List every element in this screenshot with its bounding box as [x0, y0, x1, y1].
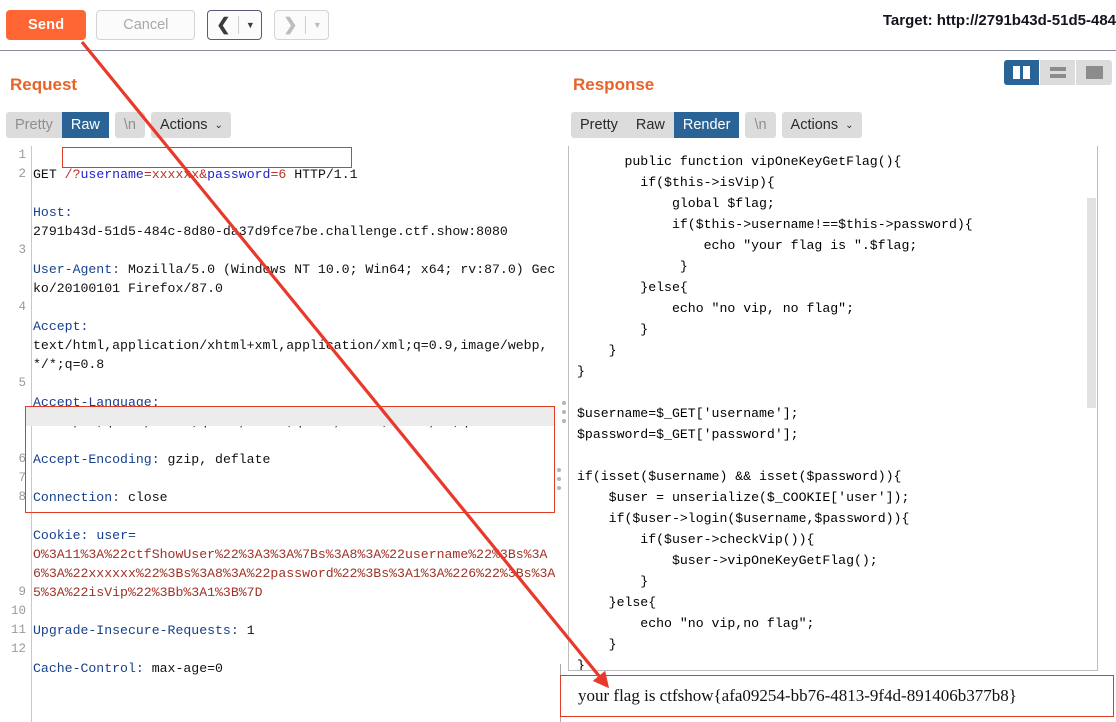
split-vertical-view-icon[interactable]: [1004, 60, 1040, 85]
request-header-cookie: Cookie: user= O%3A11%3A%22ctfShowUser%22%…: [33, 526, 556, 602]
request-actions-label: Actions: [159, 117, 208, 133]
request-header-upgrade-insecure-requests: Upgrade-Insecure-Requests: 1: [33, 621, 556, 640]
line-number: 8: [18, 490, 26, 504]
splitter-grip-icon[interactable]: [557, 468, 561, 495]
response-php-source: public function vipOneKeyGetFlag(){ if($…: [577, 154, 973, 671]
request-raw-text[interactable]: GET /?username=xxxxxx&password=6 HTTP/1.…: [33, 146, 556, 716]
target-label: Target: http://2791b43d-51d5-484: [882, 12, 1116, 29]
flag-output-highlight: your flag is ctfshow{afa09254-bb76-4813-…: [560, 675, 1114, 717]
header-value: max-age=0: [151, 661, 223, 676]
request-panel-title: Request: [10, 75, 78, 94]
param-username-value: xxxxxx: [151, 167, 200, 182]
header-value: 1: [246, 623, 255, 638]
header-value: close: [127, 490, 168, 505]
line-number: 12: [10, 642, 26, 656]
tab-request-newline[interactable]: \n: [114, 112, 145, 138]
cookie-key: user=: [96, 528, 136, 543]
request-editor[interactable]: 1 2 3 4 5 6 7 8 9 10 11 12 GET /?usernam…: [0, 146, 556, 722]
tab-request-pretty[interactable]: Pretty: [6, 112, 62, 138]
history-back-group[interactable]: ❮ ▼: [207, 10, 263, 40]
response-editor[interactable]: public function vipOneKeyGetFlag(){ if($…: [562, 146, 1116, 722]
request-path-prefix: /?: [64, 167, 81, 182]
header-name: Connection:: [33, 490, 121, 505]
line-number: 3: [18, 243, 26, 257]
line-number: 4: [18, 300, 26, 314]
response-scrollbar[interactable]: [1087, 198, 1096, 408]
tab-response-pretty[interactable]: Pretty: [571, 112, 627, 138]
response-tabbar: Pretty Raw Render \n Actions ⌄: [571, 112, 862, 138]
request-header-cache-control: Cache-Control: max-age=0: [33, 659, 556, 678]
request-actions-button[interactable]: Actions ⌄: [150, 112, 231, 138]
send-button[interactable]: Send: [6, 10, 87, 40]
line-number: 2: [18, 167, 26, 181]
layout-mode-group: [1004, 60, 1112, 85]
chevron-left-icon[interactable]: ❮: [208, 11, 238, 39]
single-view-icon[interactable]: [1076, 60, 1112, 85]
header-name: User-Agent:: [33, 262, 121, 277]
line-number-spacer: [0, 260, 31, 298]
request-header-user-agent: User-Agent: Mozilla/5.0 (Windows NT 10.0…: [33, 260, 556, 298]
header-name: Accept-Encoding:: [33, 452, 160, 467]
line-number: 10: [10, 604, 26, 618]
response-splitter-grip-icon[interactable]: [562, 401, 566, 428]
response-actions-label: Actions: [790, 117, 839, 133]
line-number: 7: [18, 471, 26, 485]
chevron-down-icon: ⌄: [214, 120, 223, 131]
request-header-accept-encoding: Accept-Encoding: gzip, deflate: [33, 450, 556, 469]
chevron-down-icon[interactable]: ▼: [306, 11, 328, 39]
flag-output-text: your flag is ctfshow{afa09254-bb76-4813-…: [578, 686, 1017, 705]
request-line-number-gutter: 1 2 3 4 5 6 7 8 9 10 11 12: [0, 146, 32, 722]
request-header-host: Host: 2791b43d-51d5-484c-8d80-da37d9fce7b…: [33, 203, 556, 241]
header-name: Accept:: [33, 319, 89, 334]
burp-repeater-window: Send Cancel ❮ ▼ ❯ ▼ Target: http://2791b…: [0, 0, 1116, 722]
chevron-down-icon[interactable]: ▼: [239, 11, 261, 39]
cookie-line-highlight-band: [26, 407, 554, 426]
param-password-value: 6: [278, 167, 287, 182]
header-name: Host:: [33, 205, 73, 220]
line-number-spacer: [0, 507, 31, 583]
param-username-key: username: [80, 167, 144, 182]
line-number-spacer: [0, 184, 31, 241]
cookie-value: O%3A11%3A%22ctfShowUser%22%3A3%3A%7Bs%3A…: [33, 547, 556, 600]
equals-sign: =: [143, 167, 152, 182]
request-tabbar: Pretty Raw \n Actions ⌄: [6, 112, 231, 138]
line-number: 1: [18, 148, 26, 162]
header-value: text/html,application/xhtml+xml,applicat…: [33, 338, 548, 372]
http-version: HTTP/1.1: [294, 167, 358, 182]
request-header-accept: Accept: text/html,application/xhtml+xml,a…: [33, 317, 556, 374]
tab-response-raw[interactable]: Raw: [626, 112, 674, 138]
tab-request-raw[interactable]: Raw: [61, 112, 109, 138]
http-method: GET: [33, 167, 57, 182]
header-name: Cache-Control:: [33, 661, 144, 676]
header-value: 2791b43d-51d5-484c-8d80-da37d9fce7be.cha…: [33, 224, 508, 239]
line-number: 11: [10, 623, 26, 637]
line-number: 5: [18, 376, 26, 390]
response-render-frame: public function vipOneKeyGetFlag(){ if($…: [568, 146, 1098, 671]
tab-response-render[interactable]: Render: [673, 112, 740, 138]
header-value: gzip, deflate: [167, 452, 271, 467]
header-name: Upgrade-Insecure-Requests:: [33, 623, 239, 638]
request-header-connection: Connection: close: [33, 488, 556, 507]
ampersand: &: [199, 167, 208, 182]
line-number-spacer: [0, 317, 31, 374]
chevron-right-icon[interactable]: ❯: [275, 11, 305, 39]
response-panel-title: Response: [573, 75, 655, 94]
line-number: 6: [18, 452, 26, 466]
cancel-button[interactable]: Cancel: [96, 10, 196, 40]
chevron-down-icon: ⌄: [845, 120, 854, 131]
param-password-key: password: [207, 167, 271, 182]
top-toolbar: Send Cancel ❮ ▼ ❯ ▼ Target: http://2791b…: [0, 0, 1116, 51]
tab-response-newline[interactable]: \n: [745, 112, 776, 138]
request-line-1: GET /?username=xxxxxx&password=6 HTTP/1.…: [33, 165, 556, 184]
header-name: Cookie:: [33, 528, 89, 543]
history-forward-group[interactable]: ❯ ▼: [274, 10, 330, 40]
response-actions-button[interactable]: Actions ⌄: [781, 112, 862, 138]
line-number: 9: [18, 585, 26, 599]
stacked-view-icon[interactable]: [1040, 60, 1076, 85]
